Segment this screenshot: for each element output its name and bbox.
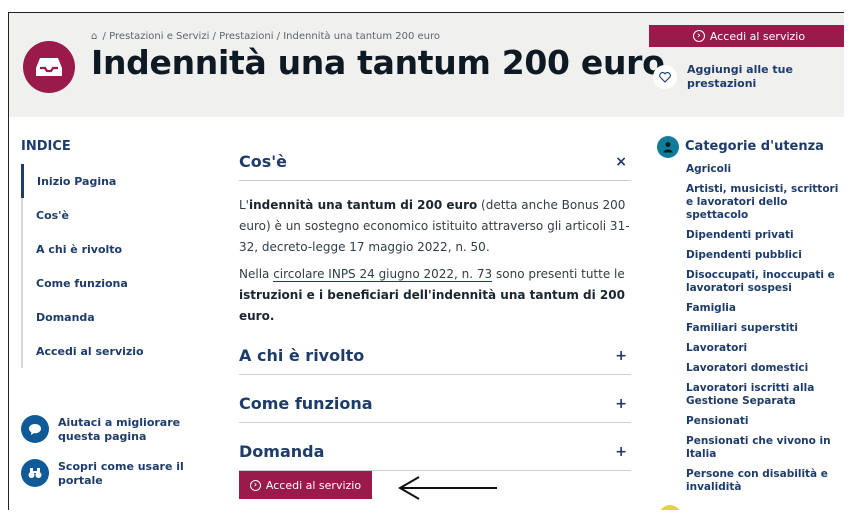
paragraph-description: L'indennità una tantum di 200 euro (dett…: [239, 198, 630, 254]
category-link[interactable]: Lavoratori: [686, 342, 844, 355]
categories-title: Categorie d'utenza: [685, 139, 824, 154]
category-link[interactable]: Persone con disabilità e invalidità: [686, 468, 844, 494]
category-link[interactable]: Artisti, musicisti, scrittori e lavorato…: [686, 183, 844, 222]
close-icon[interactable]: ×: [615, 154, 631, 170]
arrow-circle-icon: ›: [692, 30, 705, 42]
accordion-cos-e[interactable]: Cos'è ×: [239, 143, 631, 181]
binoculars-icon: [21, 459, 49, 487]
category-link[interactable]: Lavoratori domestici: [686, 362, 844, 375]
page-title: Indennità una tantum 200 euro: [91, 43, 665, 82]
index-title: INDICE: [21, 139, 71, 154]
category-link[interactable]: Disoccupati, inoccupati e lavoratori sos…: [686, 269, 844, 295]
plus-icon[interactable]: +: [615, 444, 631, 460]
paragraph-circular: Nella circolare INPS 24 giugno 2022, n. …: [239, 267, 625, 323]
plus-icon[interactable]: +: [615, 396, 631, 412]
improve-page-link[interactable]: Aiutaci a migliorare questa pagina: [21, 415, 180, 444]
page-frame: ⌂ / Prestazioni e Servizi / Prestazioni …: [8, 12, 844, 510]
index-item-come-funziona[interactable]: Come funziona: [21, 266, 181, 300]
accordion-domanda[interactable]: Domanda +: [239, 433, 631, 471]
user-group-icon: [657, 136, 679, 158]
plus-icon[interactable]: +: [615, 348, 631, 364]
index-item-inizio-pagina[interactable]: Inizio Pagina: [21, 164, 181, 198]
category-link[interactable]: Agricoli: [686, 163, 844, 176]
category-link[interactable]: Dipendenti privati: [686, 229, 844, 242]
arrow-circle-icon: ›: [249, 479, 261, 491]
access-service-button[interactable]: › Accedi al servizio: [239, 471, 372, 499]
index-nav: Inizio Pagina Cos'è A chi è rivolto Come…: [21, 164, 181, 368]
category-link[interactable]: Familiari superstiti: [686, 322, 844, 335]
home-icon[interactable]: ⌂: [91, 31, 97, 42]
index-item-domanda[interactable]: Domanda: [21, 300, 181, 334]
chat-bubble-icon: [21, 415, 49, 443]
page-header: ⌂ / Prestazioni e Servizi / Prestazioni …: [9, 13, 844, 117]
main-content: Cos'è × L'indennità una tantum di 200 eu…: [239, 143, 631, 471]
portal-guide-link[interactable]: Scopri come usare il portale: [21, 459, 184, 488]
accordion-a-chi-e-rivolto[interactable]: A chi è rivolto +: [239, 337, 631, 375]
index-item-cos-e[interactable]: Cos'è: [21, 198, 181, 232]
add-to-favorites-link[interactable]: Aggiungi alle tue prestazioni: [687, 63, 793, 91]
accordion-cos-e-body: L'indennità una tantum di 200 euro (dett…: [239, 181, 631, 327]
breadcrumb-path[interactable]: / Prestazioni e Servizi / Prestazioni / …: [103, 31, 440, 42]
index-item-a-chi-e-rivolto[interactable]: A chi è rivolto: [21, 232, 181, 266]
category-link[interactable]: Pensionati che vivono in Italia: [686, 435, 844, 461]
categories-list: Agricoli Artisti, musicisti, scrittori e…: [686, 163, 844, 501]
access-service-button-top[interactable]: › Accedi al servizio: [649, 25, 844, 47]
circular-link[interactable]: circolare INPS 24 giugno 2022, n. 73: [273, 267, 493, 282]
inbox-icon: [23, 41, 75, 93]
category-link[interactable]: Famiglia: [686, 302, 844, 315]
category-link[interactable]: Dipendenti pubblici: [686, 249, 844, 262]
accordion-come-funziona[interactable]: Come funziona +: [239, 385, 631, 423]
category-link[interactable]: Lavoratori iscritti alla Gestione Separa…: [686, 382, 844, 408]
breadcrumb: ⌂ / Prestazioni e Servizi / Prestazioni …: [91, 31, 440, 42]
index-item-accedi-al-servizio[interactable]: Accedi al servizio: [21, 334, 181, 368]
annotation-arrow-icon: [398, 476, 497, 500]
category-link[interactable]: Pensionati: [686, 415, 844, 428]
section-icon-partial: [659, 505, 681, 510]
heart-icon[interactable]: [653, 65, 677, 89]
